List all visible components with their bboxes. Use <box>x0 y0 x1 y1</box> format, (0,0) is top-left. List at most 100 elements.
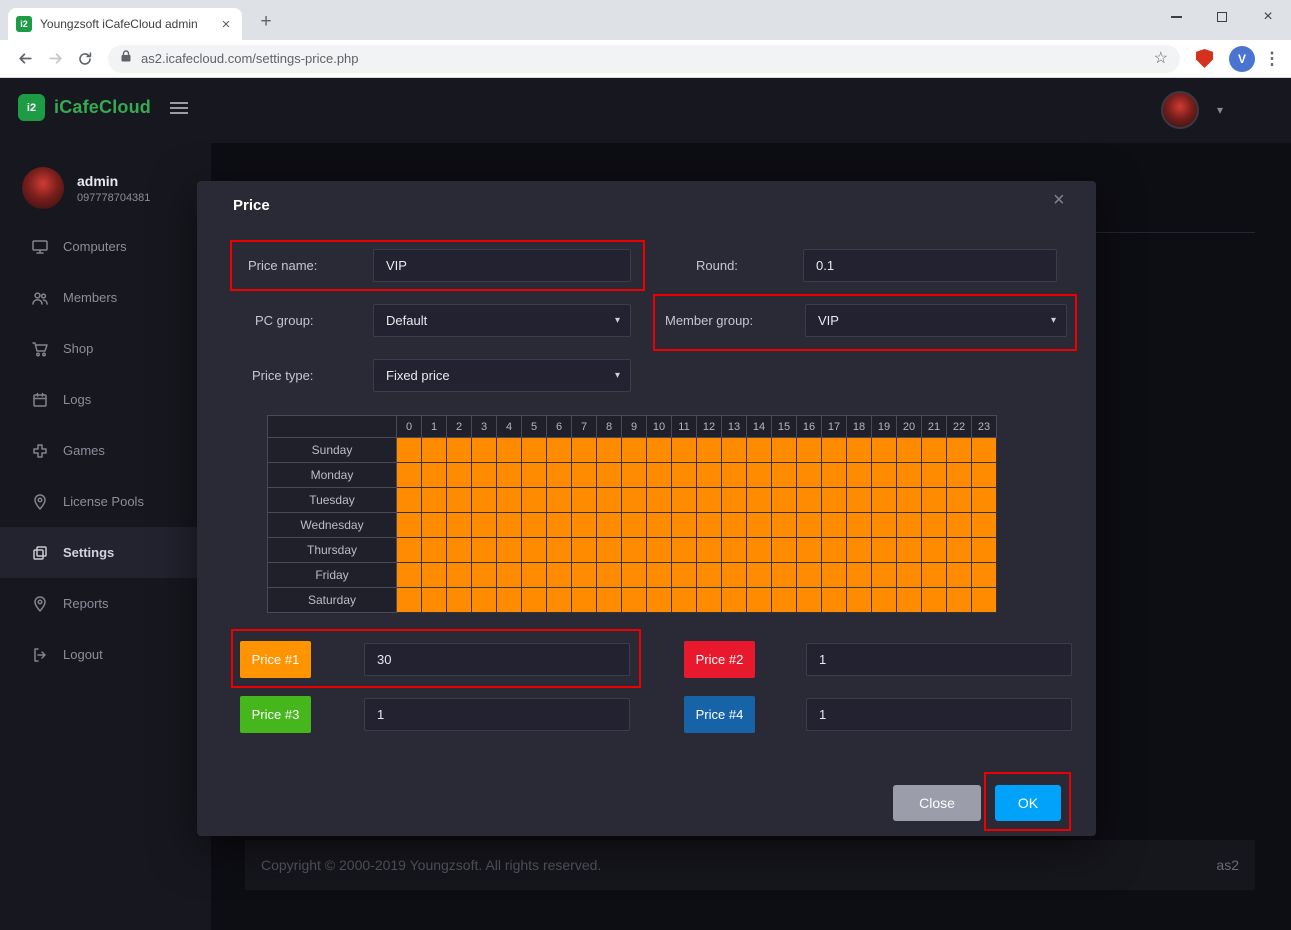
schedule-cell[interactable] <box>797 463 822 488</box>
price3-button[interactable]: Price #3 <box>240 696 311 733</box>
schedule-cell[interactable] <box>972 488 997 513</box>
schedule-cell[interactable] <box>697 488 722 513</box>
schedule-cell[interactable] <box>922 538 947 563</box>
schedule-cell[interactable] <box>772 438 797 463</box>
schedule-cell[interactable] <box>622 563 647 588</box>
schedule-cell[interactable] <box>572 463 597 488</box>
schedule-cell[interactable] <box>497 563 522 588</box>
schedule-cell[interactable] <box>872 438 897 463</box>
schedule-cell[interactable] <box>572 563 597 588</box>
schedule-cell[interactable] <box>572 438 597 463</box>
schedule-cell[interactable] <box>847 538 872 563</box>
schedule-cell[interactable] <box>947 563 972 588</box>
schedule-cell[interactable] <box>597 463 622 488</box>
schedule-cell[interactable] <box>722 438 747 463</box>
schedule-cell[interactable] <box>972 513 997 538</box>
sidebar-item-computers[interactable]: Computers <box>0 221 211 272</box>
schedule-cell[interactable] <box>897 463 922 488</box>
schedule-cell[interactable] <box>747 563 772 588</box>
schedule-cell[interactable] <box>472 563 497 588</box>
schedule-cell[interactable] <box>497 488 522 513</box>
schedule-cell[interactable] <box>522 463 547 488</box>
price2-input[interactable] <box>806 643 1072 676</box>
schedule-cell[interactable] <box>397 488 422 513</box>
schedule-cell[interactable] <box>397 463 422 488</box>
schedule-cell[interactable] <box>947 538 972 563</box>
schedule-cell[interactable] <box>522 438 547 463</box>
tab-close-icon[interactable]: × <box>218 16 234 33</box>
schedule-cell[interactable] <box>722 488 747 513</box>
schedule-cell[interactable] <box>872 463 897 488</box>
schedule-cell[interactable] <box>847 438 872 463</box>
schedule-cell[interactable] <box>672 588 697 613</box>
schedule-cell[interactable] <box>597 438 622 463</box>
schedule-cell[interactable] <box>947 588 972 613</box>
price3-input[interactable] <box>364 698 630 731</box>
schedule-cell[interactable] <box>947 488 972 513</box>
schedule-cell[interactable] <box>672 463 697 488</box>
schedule-cell[interactable] <box>847 513 872 538</box>
adblock-extension-icon[interactable] <box>1196 49 1213 68</box>
sidebar-item-logout[interactable]: Logout <box>0 629 211 680</box>
schedule-cell[interactable] <box>422 513 447 538</box>
price4-input[interactable] <box>806 698 1072 731</box>
sidebar-item-reports[interactable]: Reports <box>0 578 211 629</box>
schedule-cell[interactable] <box>947 463 972 488</box>
schedule-cell[interactable] <box>447 438 472 463</box>
schedule-cell[interactable] <box>447 588 472 613</box>
schedule-cell[interactable] <box>722 563 747 588</box>
schedule-cell[interactable] <box>472 463 497 488</box>
modal-close-icon[interactable]: × <box>1053 189 1065 212</box>
schedule-cell[interactable] <box>822 538 847 563</box>
schedule-cell[interactable] <box>397 563 422 588</box>
schedule-cell[interactable] <box>597 588 622 613</box>
schedule-cell[interactable] <box>922 488 947 513</box>
schedule-cell[interactable] <box>522 588 547 613</box>
schedule-cell[interactable] <box>497 463 522 488</box>
schedule-cell[interactable] <box>772 588 797 613</box>
schedule-cell[interactable] <box>847 488 872 513</box>
price2-button[interactable]: Price #2 <box>684 641 755 678</box>
schedule-cell[interactable] <box>897 563 922 588</box>
schedule-cell[interactable] <box>922 438 947 463</box>
schedule-cell[interactable] <box>572 588 597 613</box>
round-input[interactable] <box>803 249 1057 282</box>
schedule-cell[interactable] <box>897 488 922 513</box>
schedule-cell[interactable] <box>672 563 697 588</box>
schedule-cell[interactable] <box>547 588 572 613</box>
url-bar[interactable]: as2.icafecloud.com/settings-price.php ☆ <box>108 45 1180 73</box>
schedule-cell[interactable] <box>397 538 422 563</box>
schedule-cell[interactable] <box>697 588 722 613</box>
schedule-cell[interactable] <box>572 538 597 563</box>
schedule-cell[interactable] <box>747 463 772 488</box>
schedule-cell[interactable] <box>647 588 672 613</box>
schedule-cell[interactable] <box>872 563 897 588</box>
schedule-cell[interactable] <box>622 513 647 538</box>
schedule-cell[interactable] <box>597 563 622 588</box>
schedule-cell[interactable] <box>747 488 772 513</box>
schedule-cell[interactable] <box>922 513 947 538</box>
schedule-cell[interactable] <box>722 538 747 563</box>
schedule-cell[interactable] <box>847 588 872 613</box>
schedule-cell[interactable] <box>872 538 897 563</box>
schedule-cell[interactable] <box>497 438 522 463</box>
window-close-button[interactable]: × <box>1245 0 1291 34</box>
schedule-cell[interactable] <box>897 438 922 463</box>
schedule-cell[interactable] <box>747 513 772 538</box>
schedule-cell[interactable] <box>797 513 822 538</box>
window-minimize-button[interactable] <box>1153 0 1199 34</box>
schedule-cell[interactable] <box>672 438 697 463</box>
schedule-cell[interactable] <box>547 563 572 588</box>
schedule-cell[interactable] <box>797 488 822 513</box>
schedule-cell[interactable] <box>697 538 722 563</box>
new-tab-button[interactable]: + <box>254 10 278 34</box>
schedule-cell[interactable] <box>597 488 622 513</box>
schedule-cell[interactable] <box>897 538 922 563</box>
schedule-cell[interactable] <box>922 588 947 613</box>
schedule-cell[interactable] <box>772 513 797 538</box>
schedule-cell[interactable] <box>547 463 572 488</box>
schedule-cell[interactable] <box>622 463 647 488</box>
schedule-cell[interactable] <box>922 463 947 488</box>
schedule-cell[interactable] <box>597 538 622 563</box>
schedule-cell[interactable] <box>822 438 847 463</box>
